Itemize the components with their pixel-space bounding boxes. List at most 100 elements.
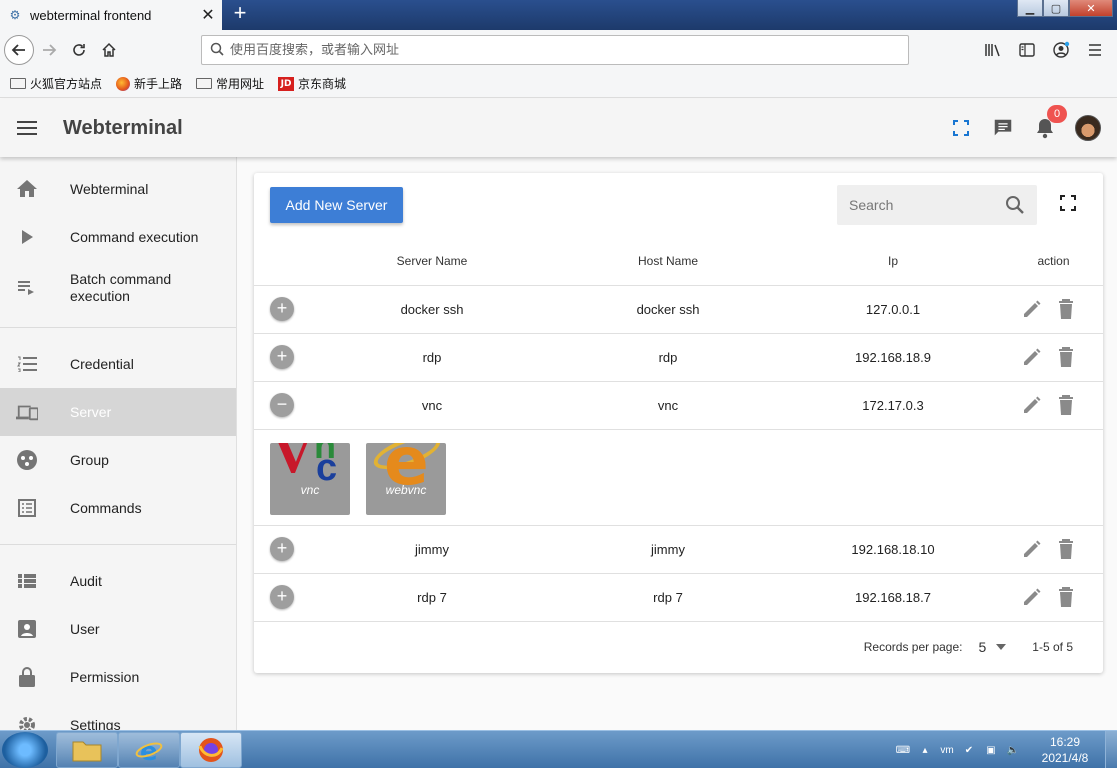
- bookmark-item[interactable]: 火狐官方站点: [10, 75, 102, 92]
- sidebar-item-credential[interactable]: Credential: [0, 340, 236, 388]
- sidebar-item-webterminal[interactable]: Webterminal: [0, 165, 236, 213]
- search-box[interactable]: [837, 185, 1037, 225]
- keyboard-icon[interactable]: ⌨: [893, 742, 913, 758]
- column-header-host-name[interactable]: Host Name: [554, 237, 782, 286]
- expand-plus-icon[interactable]: +: [270, 585, 294, 609]
- close-tab-icon[interactable]: ✕: [198, 5, 218, 25]
- column-header-ip[interactable]: Ip: [782, 237, 1004, 286]
- bookmark-item[interactable]: 新手上路: [116, 75, 182, 92]
- network-icon[interactable]: ▣: [981, 742, 1001, 758]
- hamburger-menu-icon[interactable]: [17, 117, 37, 139]
- account-icon[interactable]: [1047, 35, 1075, 65]
- back-button[interactable]: [4, 35, 34, 65]
- ip-cell: 192.168.18.10: [782, 525, 1004, 574]
- edit-pencil-icon[interactable]: [1020, 585, 1044, 609]
- clock-time: 16:29: [1049, 735, 1081, 749]
- edit-pencil-icon[interactable]: [1020, 297, 1044, 321]
- reload-button[interactable]: [64, 35, 94, 65]
- volume-icon[interactable]: 🔈: [1003, 742, 1023, 758]
- internet-explorer-icon: e: [135, 737, 163, 764]
- vnc-connect-tile[interactable]: V n c vnc: [270, 443, 350, 515]
- edit-pencil-icon[interactable]: [1020, 537, 1044, 561]
- sidebar-item-permission[interactable]: Permission: [0, 653, 236, 701]
- edit-pencil-icon[interactable]: [1020, 393, 1044, 417]
- search-input[interactable]: [849, 197, 999, 213]
- host-name-cell: jimmy: [554, 525, 782, 574]
- address-bar[interactable]: [201, 35, 909, 65]
- taskbar-firefox[interactable]: [180, 732, 242, 768]
- avatar[interactable]: [1075, 115, 1101, 141]
- folder-icon: [72, 741, 102, 762]
- folder-icon: [10, 78, 26, 89]
- search-icon[interactable]: [1005, 195, 1025, 218]
- vmware-icon[interactable]: vm: [937, 742, 957, 758]
- tile-label: vnc: [300, 483, 320, 497]
- sidebar-item-label: Group: [70, 451, 109, 468]
- new-tab-button[interactable]: +: [228, 2, 252, 26]
- svg-text:e: e: [140, 737, 158, 764]
- show-desktop-button[interactable]: [1105, 731, 1117, 768]
- delete-trash-icon[interactable]: [1054, 585, 1078, 609]
- delete-trash-icon[interactable]: [1054, 537, 1078, 561]
- library-icon[interactable]: [979, 35, 1007, 65]
- gear-icon: [16, 714, 38, 730]
- search-icon: [210, 42, 230, 59]
- bookmark-label: 火狐官方站点: [30, 77, 103, 91]
- notifications-button[interactable]: 0: [1033, 105, 1067, 140]
- fullscreen-icon[interactable]: [949, 116, 973, 140]
- expand-plus-icon[interactable]: +: [270, 345, 294, 369]
- add-server-button[interactable]: Add New Server: [270, 187, 403, 223]
- home-button[interactable]: [94, 35, 124, 65]
- reload-icon: [73, 44, 85, 56]
- bookmark-item[interactable]: 常用网址: [196, 75, 264, 92]
- sidebar-item-server[interactable]: Server: [0, 388, 236, 436]
- start-button[interactable]: [2, 732, 48, 768]
- delete-trash-icon[interactable]: [1054, 393, 1078, 417]
- sidebar-item-batch-command-execution[interactable]: Batch command execution: [0, 261, 236, 315]
- column-header-server-name[interactable]: Server Name: [310, 237, 554, 286]
- minimize-button[interactable]: ▁: [1017, 0, 1043, 17]
- address-input[interactable]: [230, 42, 908, 58]
- host-name-cell: docker ssh: [554, 285, 782, 334]
- sidebar-item-group[interactable]: Group: [0, 436, 236, 484]
- taskbar-ie[interactable]: e: [118, 732, 180, 768]
- fullscreen-icon[interactable]: [1060, 195, 1076, 214]
- sidebar-item-label: Commands: [70, 499, 142, 516]
- taskbar-explorer[interactable]: [56, 732, 118, 768]
- collapse-minus-icon[interactable]: −: [270, 393, 294, 417]
- menu-icon[interactable]: [1081, 35, 1109, 65]
- clock[interactable]: 16:29 2021/4/8: [1025, 734, 1105, 766]
- records-per-page-select[interactable]: 5: [979, 639, 1007, 655]
- sidebar-item-audit[interactable]: Audit: [0, 557, 236, 605]
- home-icon: [16, 178, 38, 200]
- table-row: − vnc vnc 172.17.0.3: [254, 381, 1103, 430]
- records-per-page-label: Records per page:: [863, 640, 963, 654]
- sidebar-toggle-icon[interactable]: [1013, 35, 1041, 65]
- browser-tab[interactable]: ⚙ webterminal frontend ✕: [0, 0, 222, 30]
- webvnc-connect-tile[interactable]: e webvnc: [366, 443, 446, 515]
- close-window-button[interactable]: ✕: [1069, 0, 1113, 17]
- forward-button[interactable]: [34, 35, 64, 65]
- expand-plus-icon[interactable]: +: [270, 297, 294, 321]
- sidebar-item-user[interactable]: User: [0, 605, 236, 653]
- server-name-cell: jimmy: [310, 525, 554, 574]
- tab-title: webterminal frontend: [30, 7, 152, 23]
- sidebar-item-settings[interactable]: Settings: [0, 701, 236, 730]
- sidebar-item-commands[interactable]: Commands: [0, 484, 236, 532]
- site-favicon-icon: ⚙: [9, 8, 21, 22]
- server-name-cell: rdp: [310, 333, 554, 382]
- delete-trash-icon[interactable]: [1054, 345, 1078, 369]
- bookmark-item[interactable]: JD 京东商城: [278, 75, 346, 92]
- delete-trash-icon[interactable]: [1054, 297, 1078, 321]
- message-icon[interactable]: [991, 116, 1015, 140]
- sidebar-item-command-execution[interactable]: Command execution: [0, 213, 236, 261]
- expand-plus-icon[interactable]: +: [270, 537, 294, 561]
- tray-expand-icon[interactable]: ▴: [915, 742, 935, 758]
- arrow-left-icon: [11, 44, 25, 56]
- table-row: + rdp 7 rdp 7 192.168.18.7: [254, 573, 1103, 622]
- edit-pencil-icon[interactable]: [1020, 345, 1044, 369]
- view-list-icon: [16, 570, 38, 592]
- security-shield-icon[interactable]: ✔: [959, 742, 979, 758]
- bookmark-label: 常用网址: [216, 77, 265, 91]
- maximize-button[interactable]: ▢: [1043, 0, 1069, 17]
